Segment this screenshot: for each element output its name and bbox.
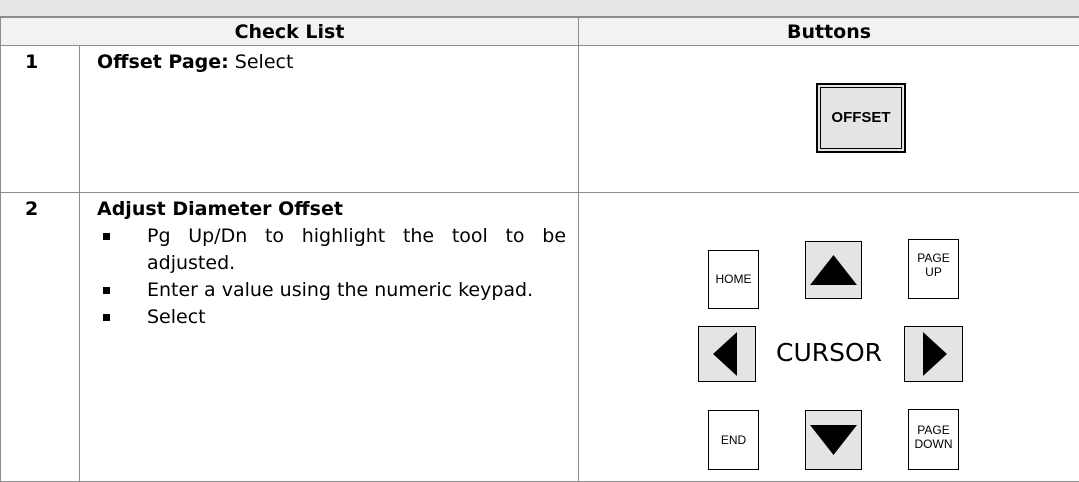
page-down-label-1: PAGE	[909, 423, 958, 437]
top-band	[0, 0, 1079, 17]
page-up-label-2: UP	[909, 265, 958, 279]
header-row: Check List Buttons	[1, 18, 1079, 46]
table-row: 1 Offset Page: Select OFFSET	[1, 46, 1079, 193]
cursor-left-button[interactable]	[698, 326, 756, 382]
button-cell: OFFSET	[579, 46, 1079, 193]
row-description: Adjust Diameter Offset Pg Up/Dn to highl…	[80, 193, 579, 482]
row-title: Adjust Diameter Offset	[97, 196, 566, 223]
row-number: 2	[1, 193, 80, 482]
page-up-label-1: PAGE	[909, 251, 958, 265]
page-down-label-2: DOWN	[909, 437, 958, 451]
row-number: 1	[1, 46, 80, 193]
arrow-right-icon	[905, 327, 962, 381]
row-label: Offset Page:	[97, 51, 229, 73]
cursor-up-button[interactable]	[805, 241, 862, 299]
offset-button[interactable]: OFFSET	[816, 83, 906, 153]
list-item: Pg Up/Dn to highlight the tool to be adj…	[97, 223, 566, 277]
page-up-button[interactable]: PAGE UP	[908, 239, 959, 299]
arrow-down-icon	[806, 411, 861, 469]
cursor-down-button[interactable]	[805, 410, 862, 470]
checklist-table: Check List Buttons 1 Offset Page: Select…	[0, 17, 1079, 482]
end-button[interactable]: END	[708, 410, 759, 470]
list-item: Select	[97, 304, 566, 331]
row-description: Offset Page: Select	[80, 46, 579, 193]
list-item: Enter a value using the numeric keypad.	[97, 277, 566, 304]
checklist-header: Check List	[1, 18, 579, 46]
cursor-right-button[interactable]	[904, 326, 963, 382]
row-text: Select	[229, 51, 294, 73]
end-label: END	[721, 433, 746, 447]
home-label: HOME	[716, 272, 752, 286]
button-cell: HOME PAGE UP CURSOR	[579, 193, 1079, 482]
arrow-left-icon	[699, 327, 755, 381]
home-button[interactable]: HOME	[708, 250, 759, 309]
bullet-list: Pg Up/Dn to highlight the tool to be adj…	[97, 223, 566, 331]
arrow-up-icon	[806, 242, 861, 298]
page-down-button[interactable]: PAGE DOWN	[908, 409, 959, 470]
cursor-label: CURSOR	[765, 333, 893, 373]
buttons-header: Buttons	[579, 18, 1079, 46]
table-row: 2 Adjust Diameter Offset Pg Up/Dn to hig…	[1, 193, 1079, 482]
